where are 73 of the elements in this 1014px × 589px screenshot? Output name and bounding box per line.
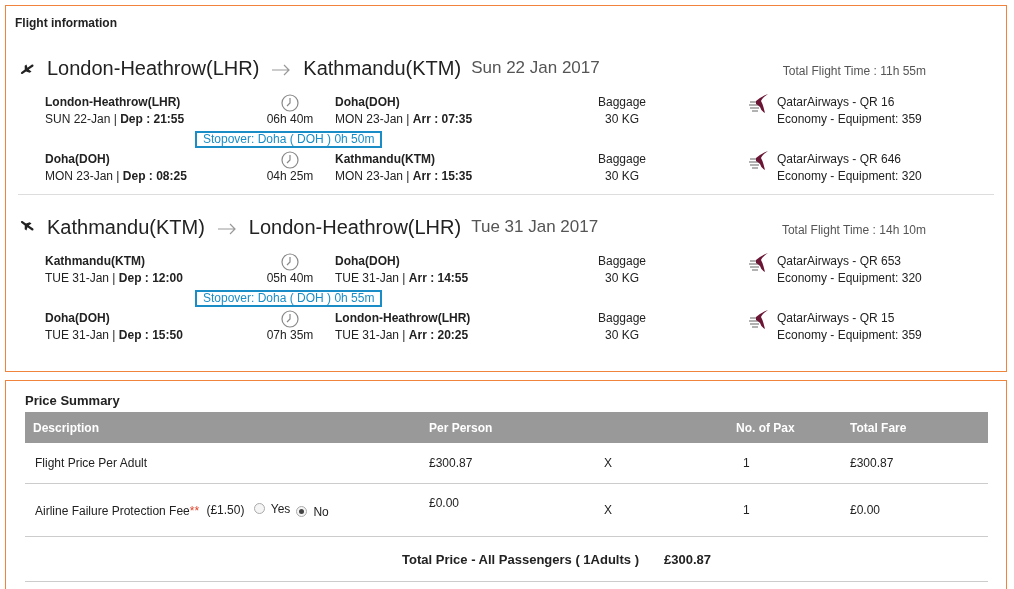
- departure-airport: Doha(DOH): [45, 310, 111, 327]
- departure-time: TUE 31-Jan | Dep : 12:00: [45, 270, 184, 287]
- flight-duration: 06h 40m: [266, 111, 314, 128]
- column-header: Total Fare: [842, 412, 988, 443]
- table-cell: £0.00: [850, 503, 881, 517]
- total-price: £300.87: [663, 551, 711, 567]
- cabin-equipment: Economy - Equipment: 359: [777, 327, 922, 344]
- table-cell: X: [604, 456, 612, 470]
- departure-time: TUE 31-Jan | Dep : 15:50: [45, 327, 184, 344]
- arrival-airport: Kathmandu(KTM): [335, 151, 436, 168]
- baggage-label: Baggage: [597, 253, 646, 270]
- column-header: No. of Pax: [728, 412, 842, 443]
- baggage-allowance: 30 KG: [605, 168, 639, 185]
- baggage-label: Baggage: [597, 310, 646, 327]
- flight-duration: 05h 40m: [266, 270, 314, 287]
- table-cell: 1: [743, 456, 750, 470]
- destination-city: Kathmandu(KTM): [303, 56, 462, 80]
- arrival-airport: London-Heathrow(LHR): [335, 310, 472, 327]
- arrow-icon: [216, 223, 237, 235]
- clock-icon: [281, 94, 299, 112]
- column-header: Description: [25, 412, 421, 443]
- table-cell: Flight Price Per Adult: [35, 456, 148, 470]
- cabin-equipment: Economy - Equipment: 359: [777, 111, 922, 128]
- radio-option[interactable]: Yes: [253, 501, 291, 516]
- baggage-label: Baggage: [597, 94, 646, 111]
- radio-option[interactable]: No: [296, 504, 329, 519]
- total-price-label: Total Price - All Passengers ( 1Adults ): [402, 551, 639, 567]
- section-title: Price Summary: [25, 393, 121, 408]
- fee-description: Airline Failure Protection Fee**: [35, 503, 200, 517]
- destination-city: London-Heathrow(LHR): [248, 215, 462, 239]
- departure-airport: Doha(DOH): [45, 151, 111, 168]
- flight-duration: 07h 35m: [266, 327, 314, 344]
- clock-icon: [281, 310, 299, 328]
- origin-city: Kathmandu(KTM): [47, 215, 205, 239]
- clock-icon: [281, 253, 299, 271]
- arrival-airport: Doha(DOH): [335, 94, 401, 111]
- total-flight-time: Total Flight Time : 11h 55m: [782, 64, 926, 78]
- flight-duration: 04h 25m: [266, 168, 314, 185]
- arrival-time: TUE 31-Jan | Arr : 14:55: [335, 270, 470, 287]
- origin-city: London-Heathrow(LHR): [47, 56, 260, 80]
- arrival-time: MON 23-Jan | Arr : 15:35: [335, 168, 474, 185]
- table-cell: £300.87: [850, 456, 894, 470]
- stopover-badge: Stopover: Doha ( DOH ) 0h 50m: [195, 131, 383, 148]
- departure-time: SUN 22-Jan | Dep : 21:55: [45, 111, 186, 128]
- clock-icon: [281, 151, 299, 169]
- arrival-time: MON 23-Jan | Arr : 07:35: [335, 111, 474, 128]
- departure-airport: Kathmandu(KTM): [45, 253, 146, 270]
- table-cell: 1: [743, 503, 750, 517]
- table-cell: £0.00: [429, 496, 460, 510]
- baggage-label: Baggage: [597, 151, 646, 168]
- departure-time: MON 23-Jan | Dep : 08:25: [45, 168, 188, 185]
- departure-airport: London-Heathrow(LHR): [45, 94, 182, 111]
- table-cell: £300.87: [429, 456, 473, 470]
- arrival-time: TUE 31-Jan | Arr : 20:25: [335, 327, 470, 344]
- baggage-allowance: 30 KG: [605, 111, 639, 128]
- section-title: Flight information: [14, 15, 118, 32]
- table-cell: X: [604, 503, 612, 517]
- cabin-equipment: Economy - Equipment: 320: [777, 270, 922, 287]
- column-header: Per Person: [421, 412, 582, 443]
- airline-flight: QatarAirways - QR 653: [777, 253, 903, 270]
- total-flight-time: Total Flight Time : 14h 10m: [781, 223, 926, 237]
- airline-flight: QatarAirways - QR 646: [777, 151, 903, 168]
- baggage-allowance: 30 KG: [605, 327, 639, 344]
- fee-amount: (£1.50): [206, 503, 245, 517]
- arrival-airport: Doha(DOH): [335, 253, 401, 270]
- cabin-equipment: Economy - Equipment: 320: [777, 168, 922, 185]
- flight-date: Sun 22 Jan 2017: [471, 58, 600, 78]
- stopover-badge: Stopover: Doha ( DOH ) 0h 55m: [195, 290, 383, 307]
- flight-date: Tue 31 Jan 2017: [471, 217, 599, 237]
- airline-flight: QatarAirways - QR 16: [777, 94, 896, 111]
- baggage-allowance: 30 KG: [605, 270, 639, 287]
- arrow-icon: [271, 64, 292, 76]
- airline-flight: QatarAirways - QR 15: [777, 310, 896, 327]
